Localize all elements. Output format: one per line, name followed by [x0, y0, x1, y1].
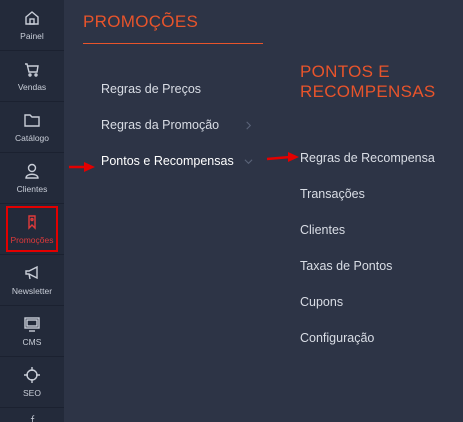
menu-item-regras-promocao[interactable]: Regras da Promoção	[101, 118, 219, 132]
user-icon	[25, 163, 39, 179]
chevron-down-icon	[244, 159, 253, 165]
folder-icon	[24, 114, 40, 127]
sidebar-item-label: CMS	[22, 337, 42, 347]
submenu-item-taxas-pontos[interactable]: Taxas de Pontos	[300, 259, 392, 273]
menu-item-regras-precos[interactable]: Regras de Preços	[101, 82, 201, 96]
menu-item-pontos-recompensas[interactable]: Pontos e Recompensas	[101, 154, 234, 168]
highlight-box	[6, 206, 58, 252]
red-arrow-annotation	[69, 162, 95, 172]
panel-title: PROMOÇÕES	[83, 12, 199, 31]
submenu-item-configuracao[interactable]: Configuração	[300, 331, 374, 345]
home-icon	[25, 11, 39, 25]
sidebar-item-label: Newsletter	[11, 286, 53, 296]
submenu-item-transacoes[interactable]: Transações	[300, 187, 365, 201]
sidebar-item-catalogo[interactable]: Catálogo	[0, 102, 64, 153]
red-arrow-annotation	[266, 152, 299, 162]
cart-icon	[25, 63, 39, 77]
sidebar-item-newsletter[interactable]: Newsletter	[0, 255, 64, 306]
sidebar-item-vendas[interactable]: Vendas	[0, 51, 64, 102]
megaphone-icon	[25, 265, 38, 280]
sidebar-item-painel[interactable]: Painel	[0, 0, 64, 51]
facebook-icon	[30, 415, 35, 422]
promotions-panel: PROMOÇÕES Regras de Preços Regras da Pro…	[64, 0, 463, 422]
sidebar-item-clientes[interactable]: Clientes	[0, 153, 64, 204]
sidebar-item-label: SEO	[23, 388, 41, 398]
sidebar-item-label: Catálogo	[14, 133, 50, 143]
chevron-right-icon	[246, 121, 252, 130]
submenu-item-cupons[interactable]: Cupons	[300, 295, 343, 309]
sidebar-item-cms[interactable]: CMS	[0, 306, 64, 357]
sidebar-item-seo[interactable]: SEO	[0, 357, 64, 408]
submenu-item-regras-recompensa[interactable]: Regras de Recompensa	[300, 151, 435, 165]
sidebar-item-promocoes[interactable]: Promoções	[0, 204, 64, 255]
sidebar-item-label: Painel	[20, 31, 44, 41]
submenu-title: PONTOS E RECOMPENSAS	[300, 62, 436, 101]
sidebar-item-label: Vendas	[17, 82, 47, 92]
monitor-icon	[24, 317, 40, 332]
submenu-item-clientes[interactable]: Clientes	[300, 223, 345, 237]
sidebar-item-label: Clientes	[16, 184, 48, 194]
sidebar-item-partial[interactable]	[0, 408, 64, 422]
target-icon	[24, 367, 40, 383]
admin-sidebar: Painel Vendas Catálogo Clientes Promoçõe…	[0, 0, 64, 422]
title-divider	[83, 43, 263, 44]
